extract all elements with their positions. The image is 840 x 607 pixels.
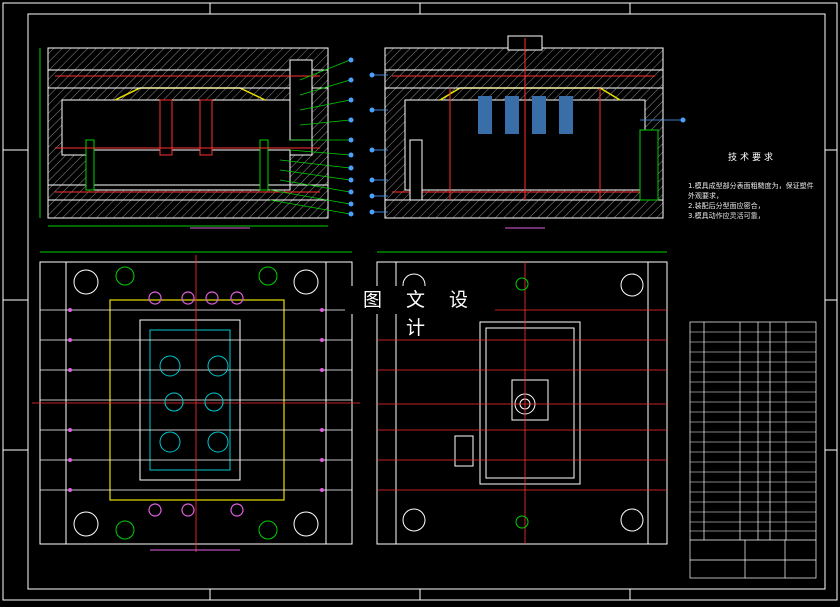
parts-list-rows — [690, 331, 816, 532]
plan-view-moving-half — [32, 251, 360, 552]
tech-requirements-title: 技术要求 — [727, 153, 776, 163]
tech-note-2: 2.装配后分型面应密合， — [688, 202, 765, 210]
cad-drawing-sheet: 技术要求 1.模具成型部分表面粗糙度为，保证塑件外观要求， 2.装配后分型面应密… — [0, 0, 840, 603]
section-view-b — [369, 35, 686, 229]
title-block-parts-list — [689, 321, 817, 579]
watermark-text: 图 文 设 计 — [345, 286, 495, 339]
tech-note-3: 3.模具动作应灵活可靠， — [688, 212, 765, 220]
tech-note-1: 1.模具成型部分表面粗糙度为，保证塑件外观要求， — [688, 182, 814, 200]
section-view-a — [39, 47, 354, 229]
technical-requirements: 技术要求 1.模具成型部分表面粗糙度为，保证塑件外观要求， 2.装配后分型面应密… — [688, 150, 816, 221]
